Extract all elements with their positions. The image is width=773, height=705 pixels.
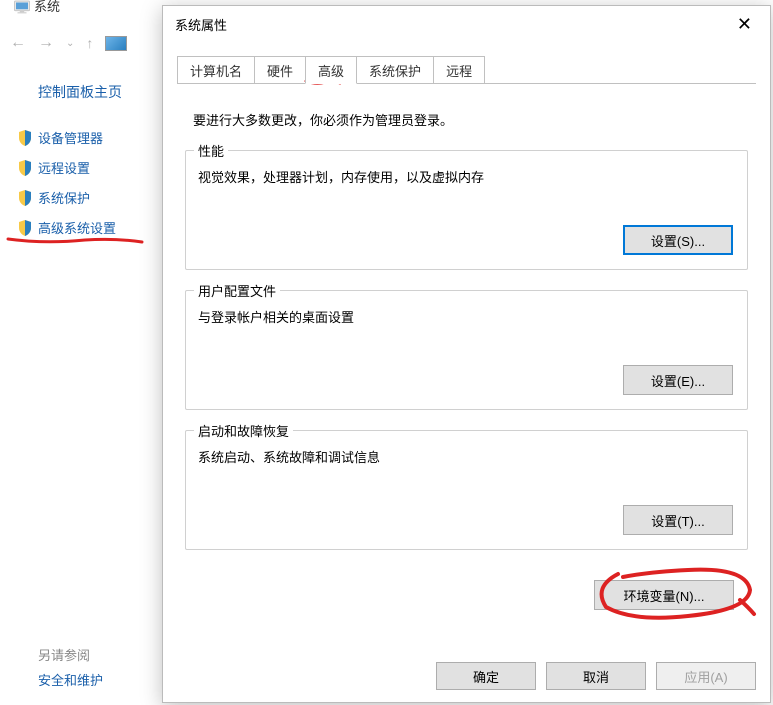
nav-history-icon[interactable]: ⌄ <box>66 38 74 49</box>
shield-icon <box>18 130 32 146</box>
sidebar-item-label: 系统保护 <box>38 188 90 207</box>
ok-button[interactable]: 确定 <box>436 662 536 690</box>
user-profile-group: 用户配置文件 与登录帐户相关的桌面设置 设置(E)... <box>185 290 748 410</box>
sidebar-item-label: 远程设置 <box>38 158 90 177</box>
sidebar-item-advanced-settings[interactable]: 高级系统设置 <box>18 218 116 237</box>
annotation-red-underline-sidebar <box>5 236 145 248</box>
tab-remote[interactable]: 远程 <box>433 56 485 84</box>
control-panel-home-link[interactable]: 控制面板主页 <box>38 82 122 102</box>
apply-button[interactable]: 应用(A) <box>656 662 756 690</box>
startup-recovery-settings-button[interactable]: 设置(T)... <box>623 505 733 535</box>
nav-up-icon[interactable]: ↑ <box>86 35 93 51</box>
performance-desc: 视觉效果，处理器计划，内存使用，以及虚拟内存 <box>198 167 735 186</box>
tab-separator <box>177 83 756 84</box>
sidebar-item-label: 设备管理器 <box>38 128 103 147</box>
user-profile-settings-button[interactable]: 设置(E)... <box>623 365 733 395</box>
nav-toolbar: ← → ⌄ ↑ <box>10 34 127 52</box>
security-maintenance-link[interactable]: 安全和维护 <box>38 670 103 689</box>
tab-system-protection[interactable]: 系统保护 <box>356 56 434 84</box>
tab-computer-name[interactable]: 计算机名 <box>177 56 255 84</box>
sidebar-item-label: 高级系统设置 <box>38 218 116 237</box>
address-bar-monitor-icon[interactable] <box>105 36 127 51</box>
cancel-button[interactable]: 取消 <box>546 662 646 690</box>
tab-advanced[interactable]: 高级 <box>305 56 357 84</box>
sidebar-item-system-protection[interactable]: 系统保护 <box>18 188 90 207</box>
window-title-truncated: 系统 <box>34 0 60 15</box>
nav-back-icon[interactable]: ← <box>10 34 26 52</box>
see-also-label: 另请参阅 <box>38 645 90 664</box>
sidebar-item-remote-settings[interactable]: 远程设置 <box>18 158 90 177</box>
explorer-left-panel: 系统 ← → ⌄ ↑ 控制面板主页 设备管理器 远程设置 系统保护 高级系统设置… <box>0 0 160 705</box>
user-profile-desc: 与登录帐户相关的桌面设置 <box>198 307 735 326</box>
tab-hardware[interactable]: 硬件 <box>254 56 306 84</box>
startup-recovery-legend: 启动和故障恢复 <box>194 421 293 440</box>
startup-recovery-desc: 系统启动、系统故障和调试信息 <box>198 447 735 466</box>
dialog-title: 系统属性 <box>175 15 227 34</box>
dialog-titlebar: 系统属性 ✕ <box>163 6 770 42</box>
startup-recovery-group: 启动和故障恢复 系统启动、系统故障和调试信息 设置(T)... <box>185 430 748 550</box>
shield-icon <box>18 220 32 236</box>
admin-note-label: 要进行大多数更改，你必须作为管理员登录。 <box>193 110 453 129</box>
sidebar-item-device-manager[interactable]: 设备管理器 <box>18 128 103 147</box>
performance-group: 性能 视觉效果，处理器计划，内存使用，以及虚拟内存 设置(S)... <box>185 150 748 270</box>
shield-icon <box>18 160 32 176</box>
environment-variables-button[interactable]: 环境变量(N)... <box>594 580 734 610</box>
tab-strip: 计算机名 硬件 高级 系统保护 远程 <box>177 56 484 84</box>
performance-legend: 性能 <box>194 141 228 160</box>
monitor-icon <box>13 0 31 14</box>
dialog-button-row: 确定 取消 应用(A) <box>436 662 756 690</box>
user-profile-legend: 用户配置文件 <box>194 281 280 300</box>
close-icon[interactable]: ✕ <box>731 14 758 35</box>
system-properties-dialog: 系统属性 ✕ 计算机名 硬件 高级 系统保护 远程 要进行大多数更改，你必须作为… <box>162 5 771 703</box>
nav-forward-icon[interactable]: → <box>38 34 54 52</box>
performance-settings-button[interactable]: 设置(S)... <box>623 225 733 255</box>
shield-icon <box>18 190 32 206</box>
